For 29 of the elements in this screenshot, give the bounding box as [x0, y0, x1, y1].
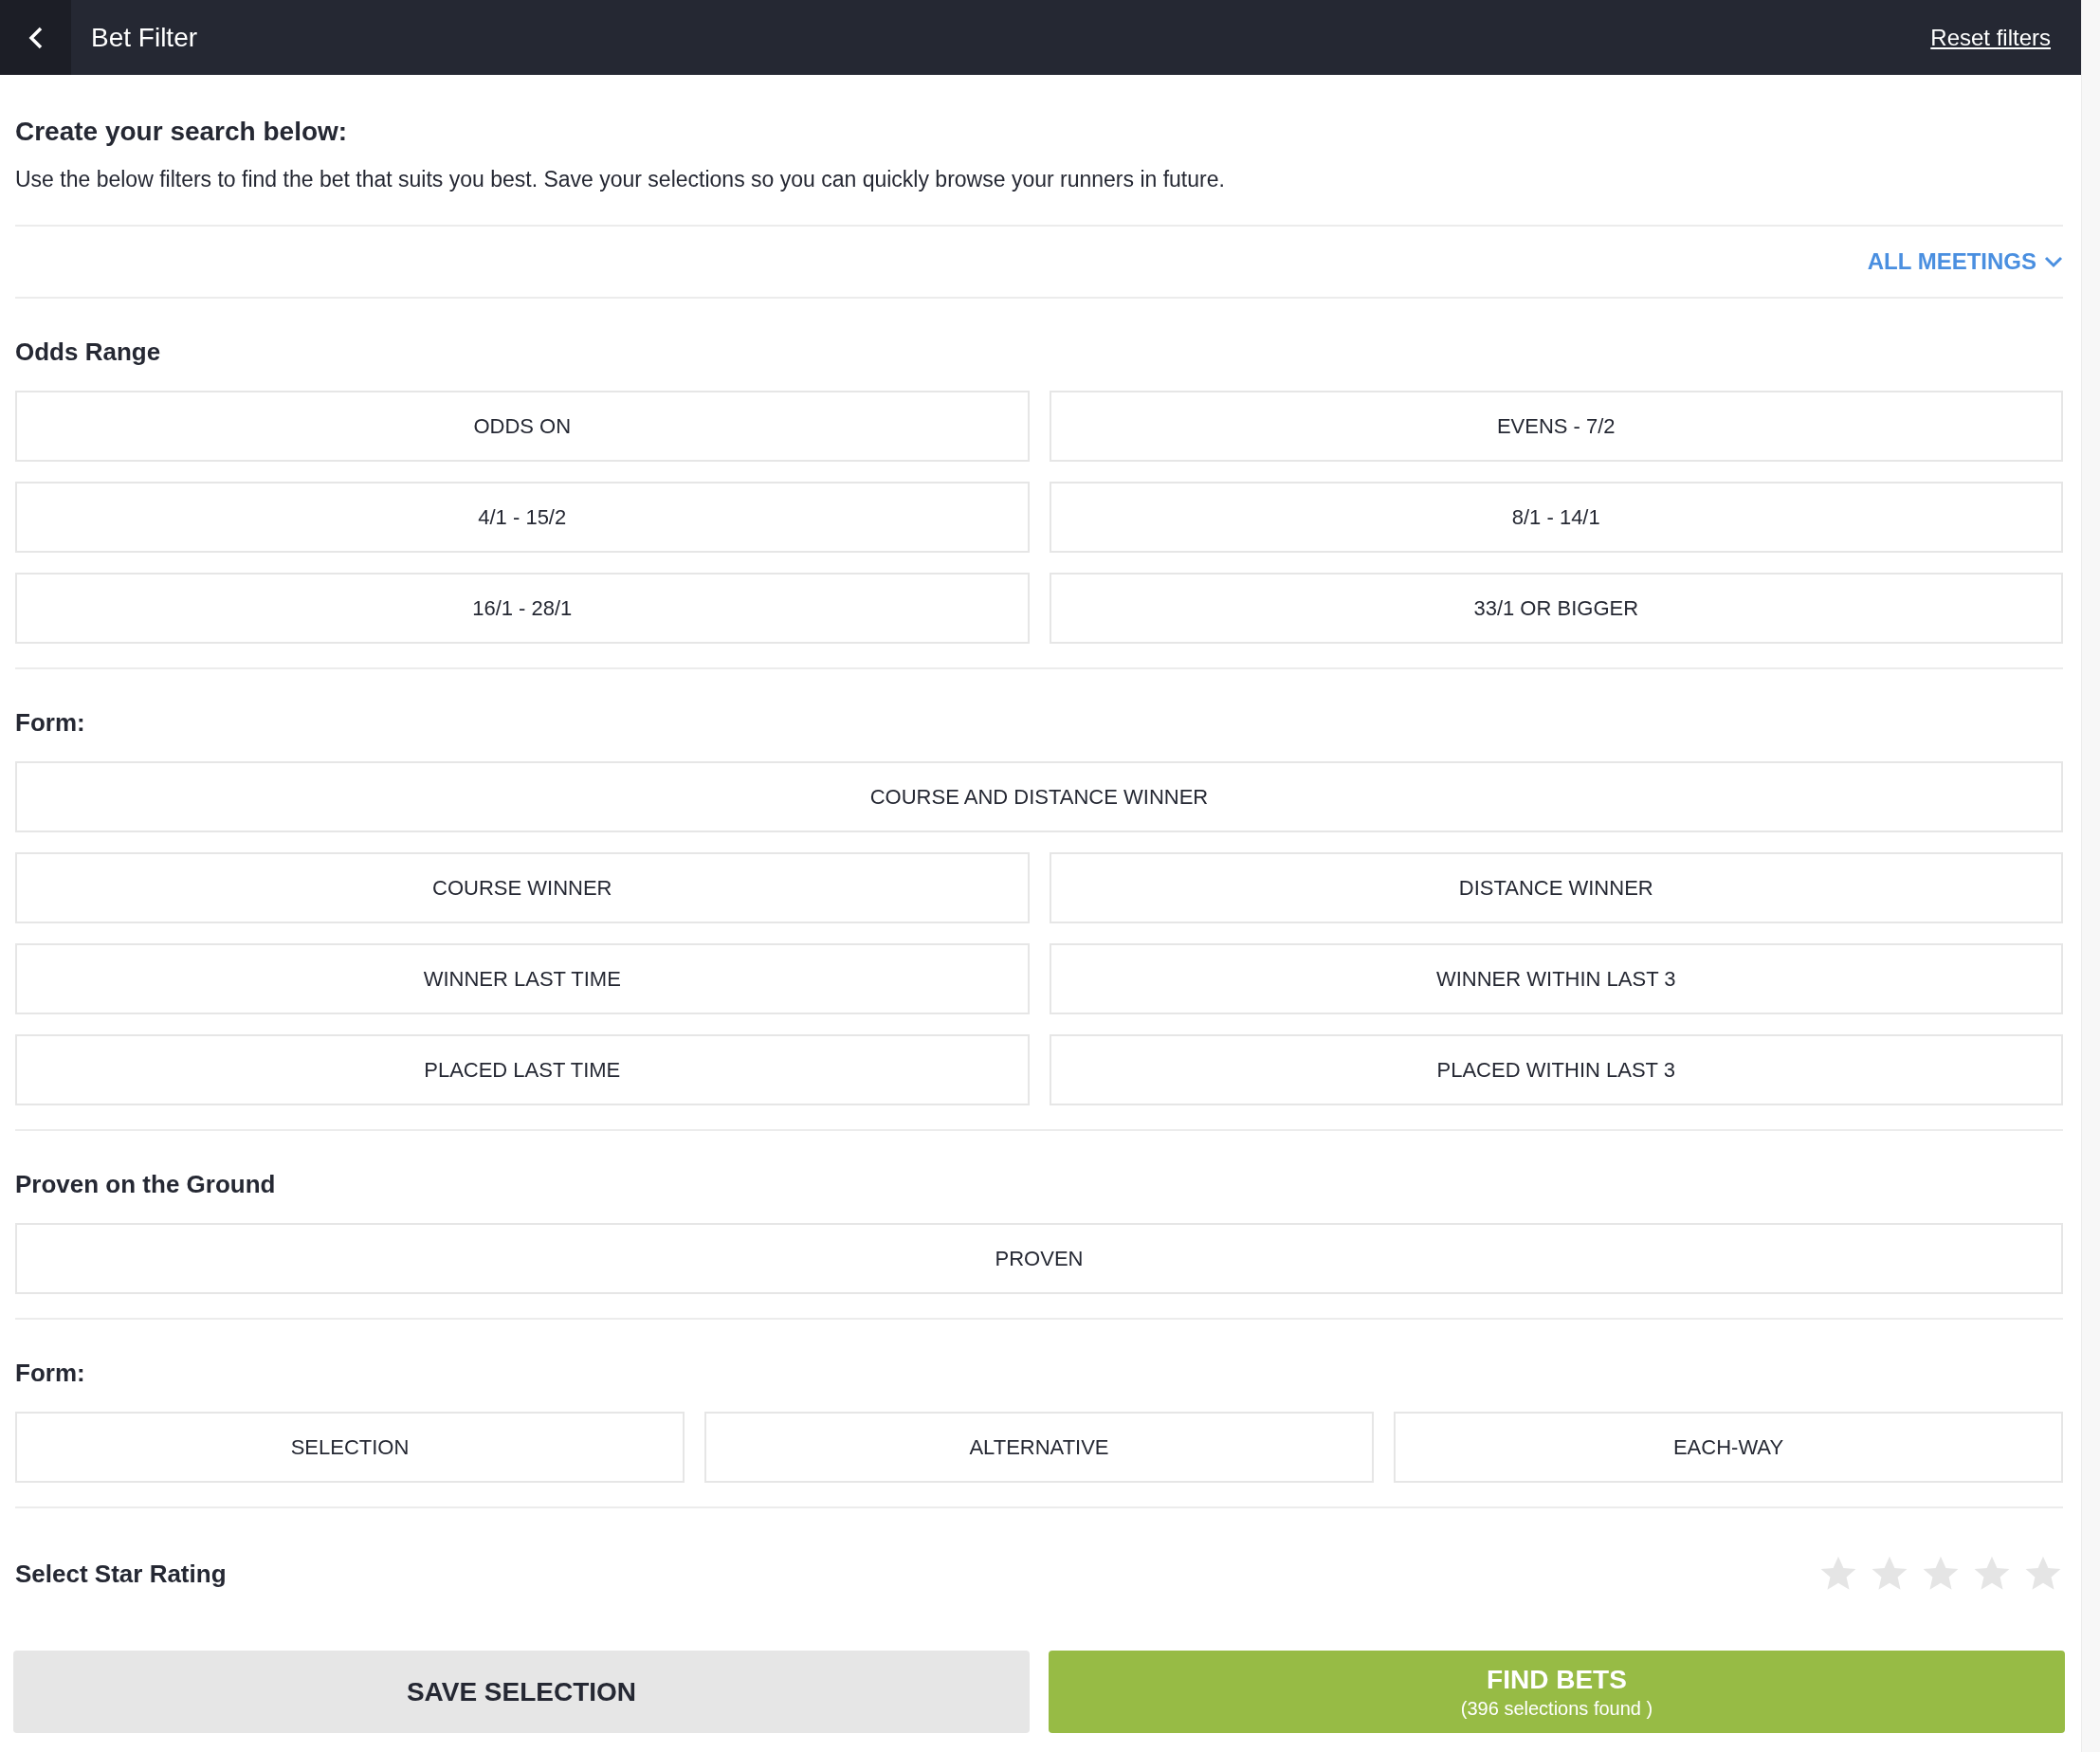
filter-option-button[interactable]: 33/1 OR BIGGER: [1049, 573, 2063, 644]
filter-option-button[interactable]: 4/1 - 15/2: [15, 482, 1030, 553]
filter-option-button[interactable]: SELECTION: [15, 1412, 685, 1483]
filter-option-button[interactable]: 16/1 - 28/1: [15, 573, 1030, 644]
filter-option-button[interactable]: ALTERNATIVE: [704, 1412, 1374, 1483]
save-selection-button[interactable]: SAVE SELECTION: [13, 1651, 1030, 1733]
filter-option-button[interactable]: ODDS ON: [15, 391, 1030, 462]
section-heading: Form:: [15, 1358, 86, 1388]
intro-title: Create your search below:: [15, 116, 349, 148]
section-heading: Odds Range: [15, 337, 162, 367]
filter-option-button[interactable]: COURSE WINNER: [15, 852, 1030, 923]
page-title: Bet Filter: [91, 21, 198, 54]
filter-option-button[interactable]: EACH-WAY: [1394, 1412, 2063, 1483]
intro-text: Use the below filters to find the bet that suits you best. Save your selections so you can quickly browse your runners in future.: [15, 166, 1226, 193]
star-rating-label: Select Star Rating: [15, 1559, 227, 1590]
back-button[interactable]: [0, 0, 71, 75]
filter-option-button[interactable]: PROVEN: [15, 1223, 2063, 1294]
reset-filters-link[interactable]: Reset filters: [1930, 20, 2051, 55]
filter-option-button[interactable]: WINNER LAST TIME: [15, 943, 1030, 1014]
filter-option-button[interactable]: COURSE AND DISTANCE WINNER: [15, 761, 2063, 832]
section-heading: Proven on the Ground: [15, 1169, 277, 1199]
chevron-down-icon: [2044, 255, 2063, 268]
filter-option-button[interactable]: DISTANCE WINNER: [1049, 852, 2063, 923]
filter-option-button[interactable]: EVENS - 7/2: [1049, 391, 2063, 462]
section-heading: Form:: [15, 707, 86, 738]
filter-option-button[interactable]: WINNER WITHIN LAST 3: [1049, 943, 2063, 1014]
filter-option-button[interactable]: PLACED WITHIN LAST 3: [1049, 1034, 2063, 1105]
filter-option-button[interactable]: 8/1 - 14/1: [1049, 482, 2063, 553]
filter-option-button[interactable]: PLACED LAST TIME: [15, 1034, 1030, 1105]
